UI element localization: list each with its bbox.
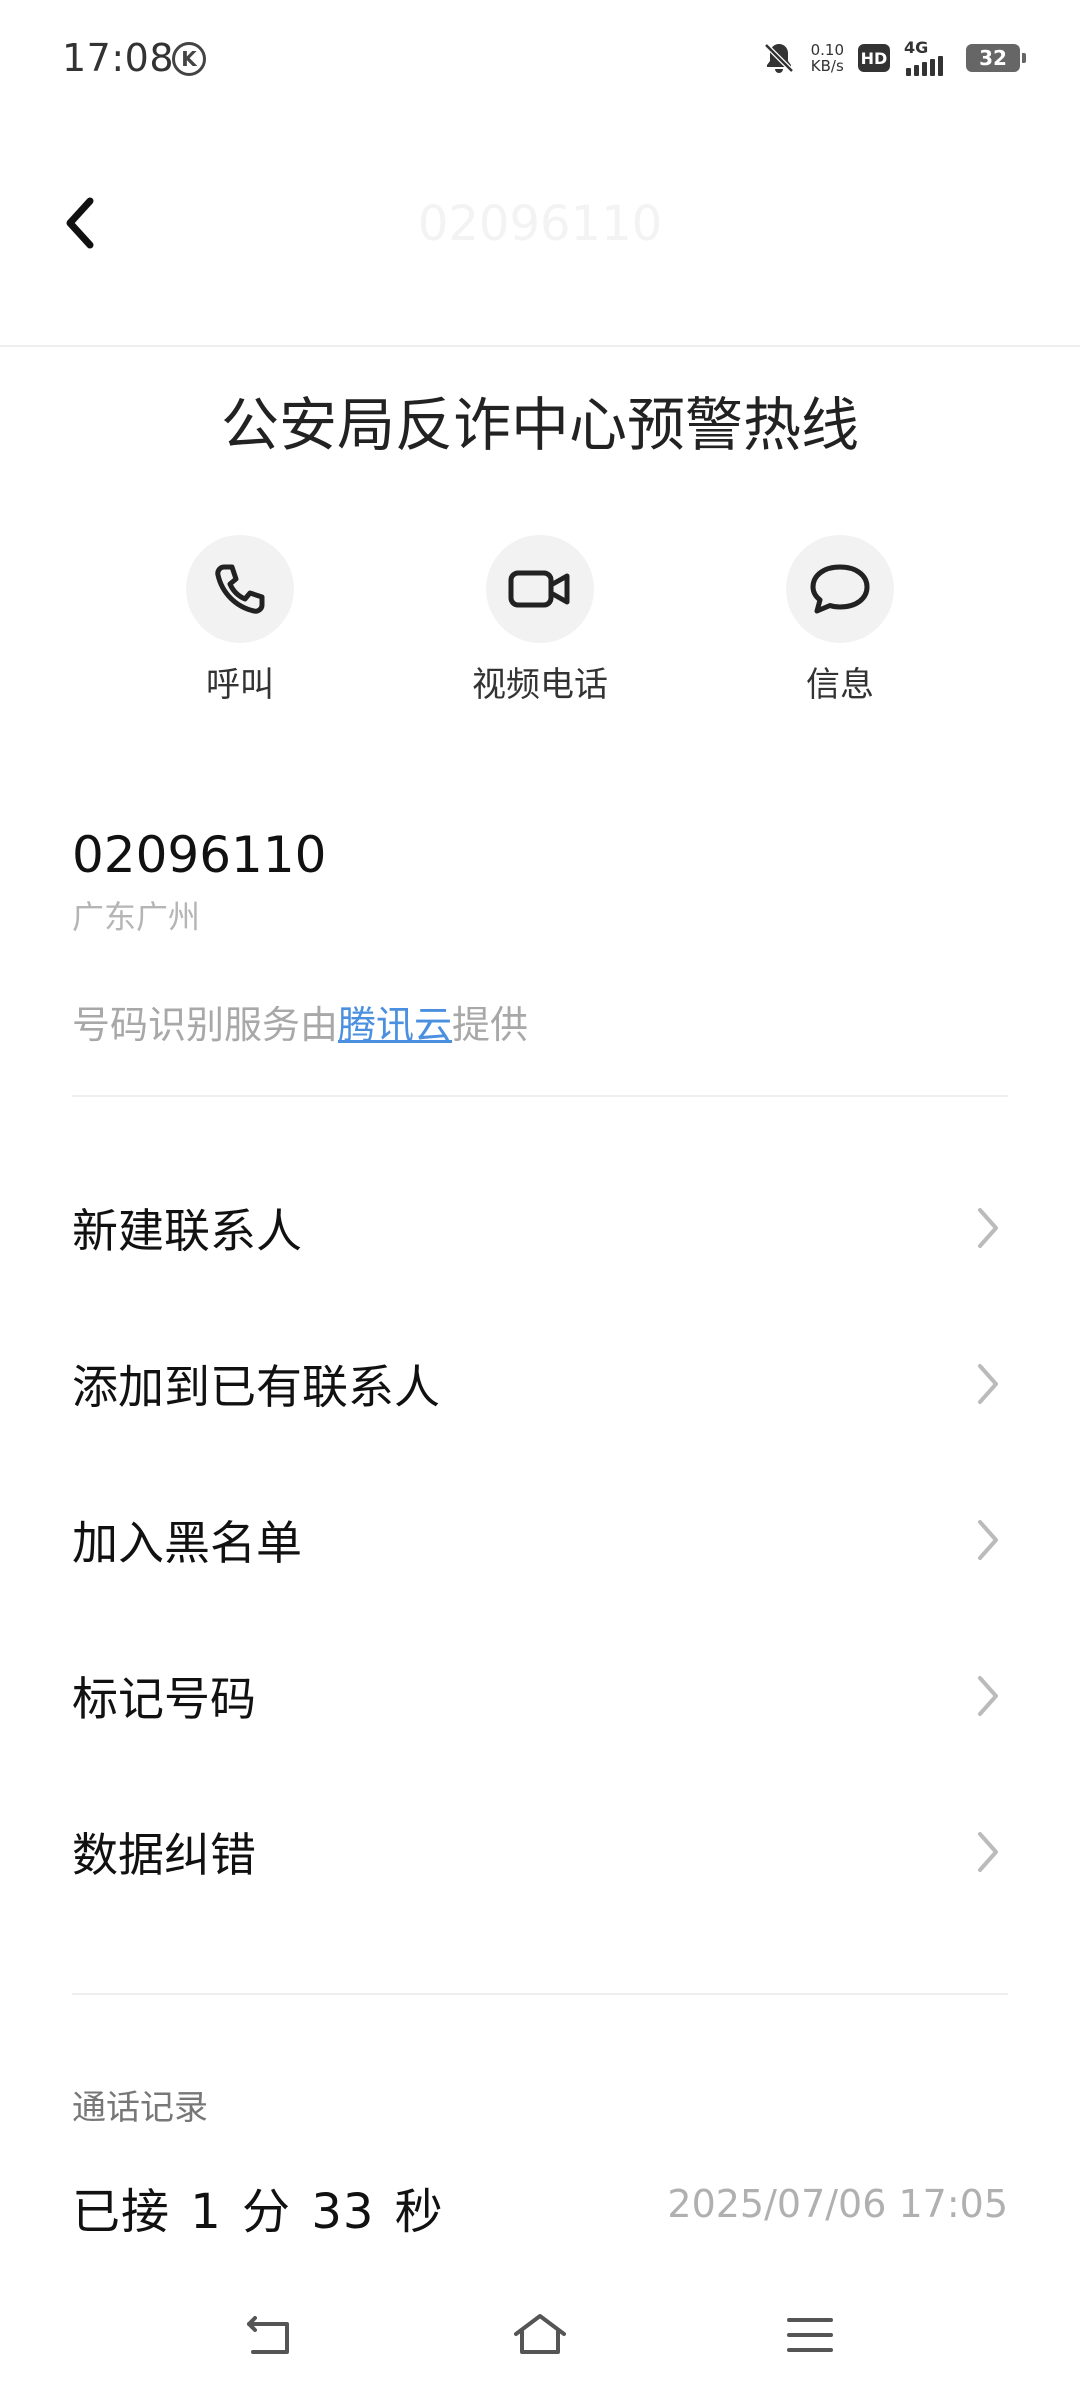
video-camera-icon <box>508 570 570 608</box>
call-label: 呼叫 <box>206 665 274 705</box>
message-button-circle[interactable] <box>786 535 894 643</box>
home-icon <box>514 2314 566 2354</box>
video-call-action-button[interactable]: 视频电话 <box>430 535 650 706</box>
id-service-notice: 号码识别服务由腾讯云提供 <box>72 994 528 1049</box>
number-location: 广东广州 <box>72 898 201 936</box>
menu-item-mark-number[interactable]: 标记号码 <box>0 1618 1080 1774</box>
k-badge-icon: K <box>172 42 206 76</box>
header-divider <box>0 345 1080 347</box>
header-title: 02096110 <box>417 196 663 252</box>
signal-icon: 4G <box>904 38 952 76</box>
message-action-button[interactable]: 信息 <box>730 535 950 706</box>
video-call-label: 视频电话 <box>472 665 608 705</box>
phone-icon <box>215 564 265 614</box>
message-bubble-icon <box>810 564 870 614</box>
contact-options-list: 新建联系人 添加到已有联系人 加入黑名单 标记号码 数据纠错 <box>0 1150 1080 1930</box>
menu-item-label: 新建联系人 <box>72 1204 302 1258</box>
menu-item-block[interactable]: 加入黑名单 <box>0 1462 1080 1618</box>
call-button-circle[interactable] <box>186 535 294 643</box>
message-label: 信息 <box>806 665 874 705</box>
net-speed-value: 0.10 <box>810 41 844 59</box>
battery-icon: 32 <box>966 44 1026 72</box>
nav-menu-button[interactable] <box>775 2300 845 2370</box>
chevron-right-icon <box>978 1832 998 1872</box>
video-call-button-circle[interactable] <box>486 535 594 643</box>
network-speed: 0.10 KB/s <box>811 42 844 74</box>
system-nav-bar <box>0 2290 1080 2380</box>
back-icon <box>247 2316 289 2354</box>
call-action-button[interactable]: 呼叫 <box>130 535 350 706</box>
chevron-right-icon <box>978 1208 998 1248</box>
menu-item-new-contact[interactable]: 新建联系人 <box>0 1150 1080 1306</box>
phone-number[interactable]: 02096110 <box>72 826 327 884</box>
call-log-title: 通话记录 <box>72 2088 208 2128</box>
chevron-right-icon <box>978 1364 998 1404</box>
menu-item-label: 标记号码 <box>72 1672 256 1726</box>
chevron-right-icon <box>978 1520 998 1560</box>
menu-item-label: 加入黑名单 <box>72 1516 302 1570</box>
menu-item-label: 添加到已有联系人 <box>72 1360 440 1414</box>
hd-icon: HD <box>858 44 890 72</box>
bell-muted-icon <box>763 43 794 73</box>
provider-suffix: 提供 <box>452 1003 529 1047</box>
nav-home-button[interactable] <box>505 2300 575 2370</box>
status-bar: 17:08 K 0.10 KB/s HD 4G 32 <box>0 0 1080 120</box>
chevron-right-icon <box>978 1676 998 1716</box>
nav-back-button[interactable] <box>235 2300 305 2370</box>
status-time: 17:08 <box>62 36 175 80</box>
provider-prefix: 号码识别服务由 <box>72 1003 339 1047</box>
section-divider <box>72 1993 1008 1995</box>
call-log-entry-datetime: 2025/07/06 17:05 <box>667 2182 1008 2226</box>
section-divider <box>72 1095 1008 1097</box>
status-icons: 0.10 KB/s HD 4G 32 <box>761 36 1026 80</box>
action-buttons: 呼叫 视频电话 信息 <box>0 535 1080 715</box>
signal-type: 4G <box>904 38 929 57</box>
contact-name: 公安局反诈中心预警热线 <box>220 391 859 459</box>
menu-item-label: 数据纠错 <box>72 1828 256 1882</box>
provider-link[interactable]: 腾讯云 <box>338 1003 452 1047</box>
menu-icon <box>787 2318 833 2352</box>
net-speed-unit: KB/s <box>810 57 844 75</box>
call-log-entry-status[interactable]: 已接 1 分 33 秒 <box>72 2172 444 2242</box>
menu-item-data-correction[interactable]: 数据纠错 <box>0 1774 1080 1930</box>
menu-item-add-to-existing[interactable]: 添加到已有联系人 <box>0 1306 1080 1462</box>
